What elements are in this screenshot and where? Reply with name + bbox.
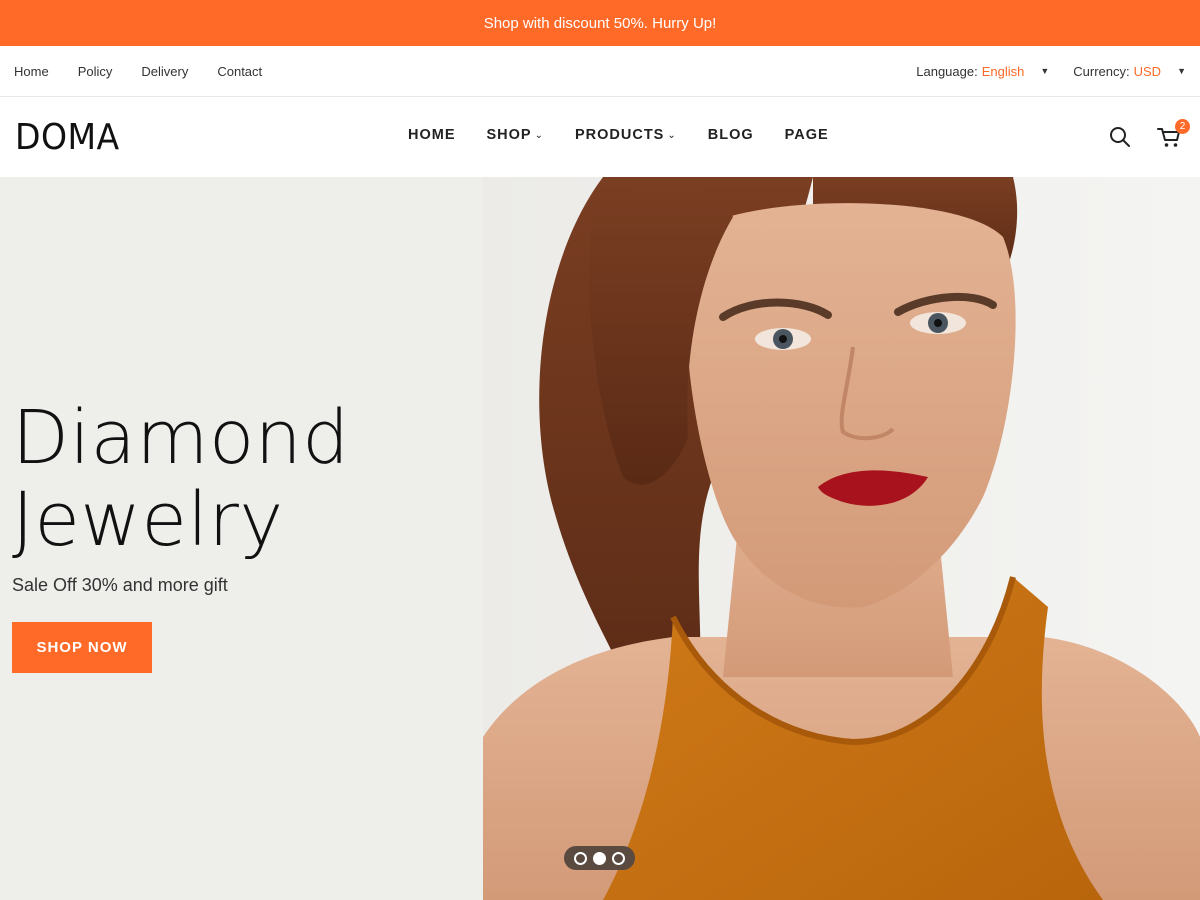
nav-label: BLOG xyxy=(707,127,754,143)
hero-title: Diamond Jewelry xyxy=(12,397,350,561)
shop-now-button[interactable]: SHOP NOW xyxy=(12,622,152,673)
cart-count-badge: 2 xyxy=(1175,119,1190,134)
hero-subtitle: Sale Off 30% and more gift xyxy=(12,575,228,595)
nav-item-page[interactable]: PAGE xyxy=(785,127,829,143)
nav-item-blog[interactable]: BLOG xyxy=(708,127,754,143)
search-icon[interactable] xyxy=(1108,125,1134,149)
top-link-policy[interactable]: Policy xyxy=(78,64,113,79)
slider-pagination xyxy=(564,846,635,870)
top-link-contact[interactable]: Contact xyxy=(217,64,262,79)
preferences: Language: English ▼ Currency: USD ▼ xyxy=(916,64,1186,79)
nav-item-home[interactable]: HOME xyxy=(408,127,456,143)
nav-label: PRODUCTS xyxy=(574,127,665,143)
promo-banner: Shop with discount 50%. Hurry Up! xyxy=(0,0,1200,46)
nav-item-products[interactable]: PRODUCTS ⌄ xyxy=(575,127,677,143)
caret-down-icon: ▼ xyxy=(1040,66,1050,76)
promo-text: Shop with discount 50%. Hurry Up! xyxy=(483,14,717,32)
currency-label: Currency: xyxy=(1073,63,1130,79)
slider-dot-3[interactable] xyxy=(612,851,625,865)
nav-label: HOME xyxy=(408,127,456,143)
language-label: Language: xyxy=(916,63,978,79)
main-header: DOMA HOME SHOP ⌄ PRODUCTS ⌄ BLOG PAGE 2 xyxy=(0,97,1200,177)
language-value: English xyxy=(981,63,1025,79)
hero-slider: Diamond Jewelry Sale Off 30% and more gi… xyxy=(0,177,1200,900)
chevron-down-icon: ⌄ xyxy=(534,129,544,141)
nav-label: SHOP xyxy=(486,127,532,143)
currency-selector[interactable]: Currency: USD ▼ xyxy=(1073,64,1186,79)
hero-title-line1: Diamond xyxy=(12,395,350,481)
nav-label: PAGE xyxy=(784,127,829,143)
caret-down-icon: ▼ xyxy=(1177,66,1186,76)
top-link-home[interactable]: Home xyxy=(14,64,49,79)
hero-text: Diamond Jewelry Sale Off 30% and more gi… xyxy=(12,397,350,596)
slider-dot-1[interactable] xyxy=(574,851,587,865)
header-icons: 2 xyxy=(1108,119,1190,149)
nav-item-shop[interactable]: SHOP ⌄ xyxy=(487,127,544,143)
hero-title-line2: Jewelry xyxy=(12,477,284,563)
top-utility-bar: Home Policy Delivery Contact Language: E… xyxy=(0,46,1200,97)
main-nav: HOME SHOP ⌄ PRODUCTS ⌄ BLOG PAGE xyxy=(408,127,860,143)
top-links: Home Policy Delivery Contact xyxy=(14,64,262,79)
site-logo[interactable]: DOMA xyxy=(15,117,120,158)
top-link-delivery[interactable]: Delivery xyxy=(141,64,188,79)
currency-value: USD xyxy=(1133,63,1162,79)
hero-model-image xyxy=(483,177,1200,900)
chevron-down-icon: ⌄ xyxy=(667,129,677,141)
cart-icon[interactable]: 2 xyxy=(1156,119,1190,149)
language-selector[interactable]: Language: English ▼ xyxy=(916,64,1049,79)
slider-dot-2[interactable] xyxy=(593,851,606,865)
